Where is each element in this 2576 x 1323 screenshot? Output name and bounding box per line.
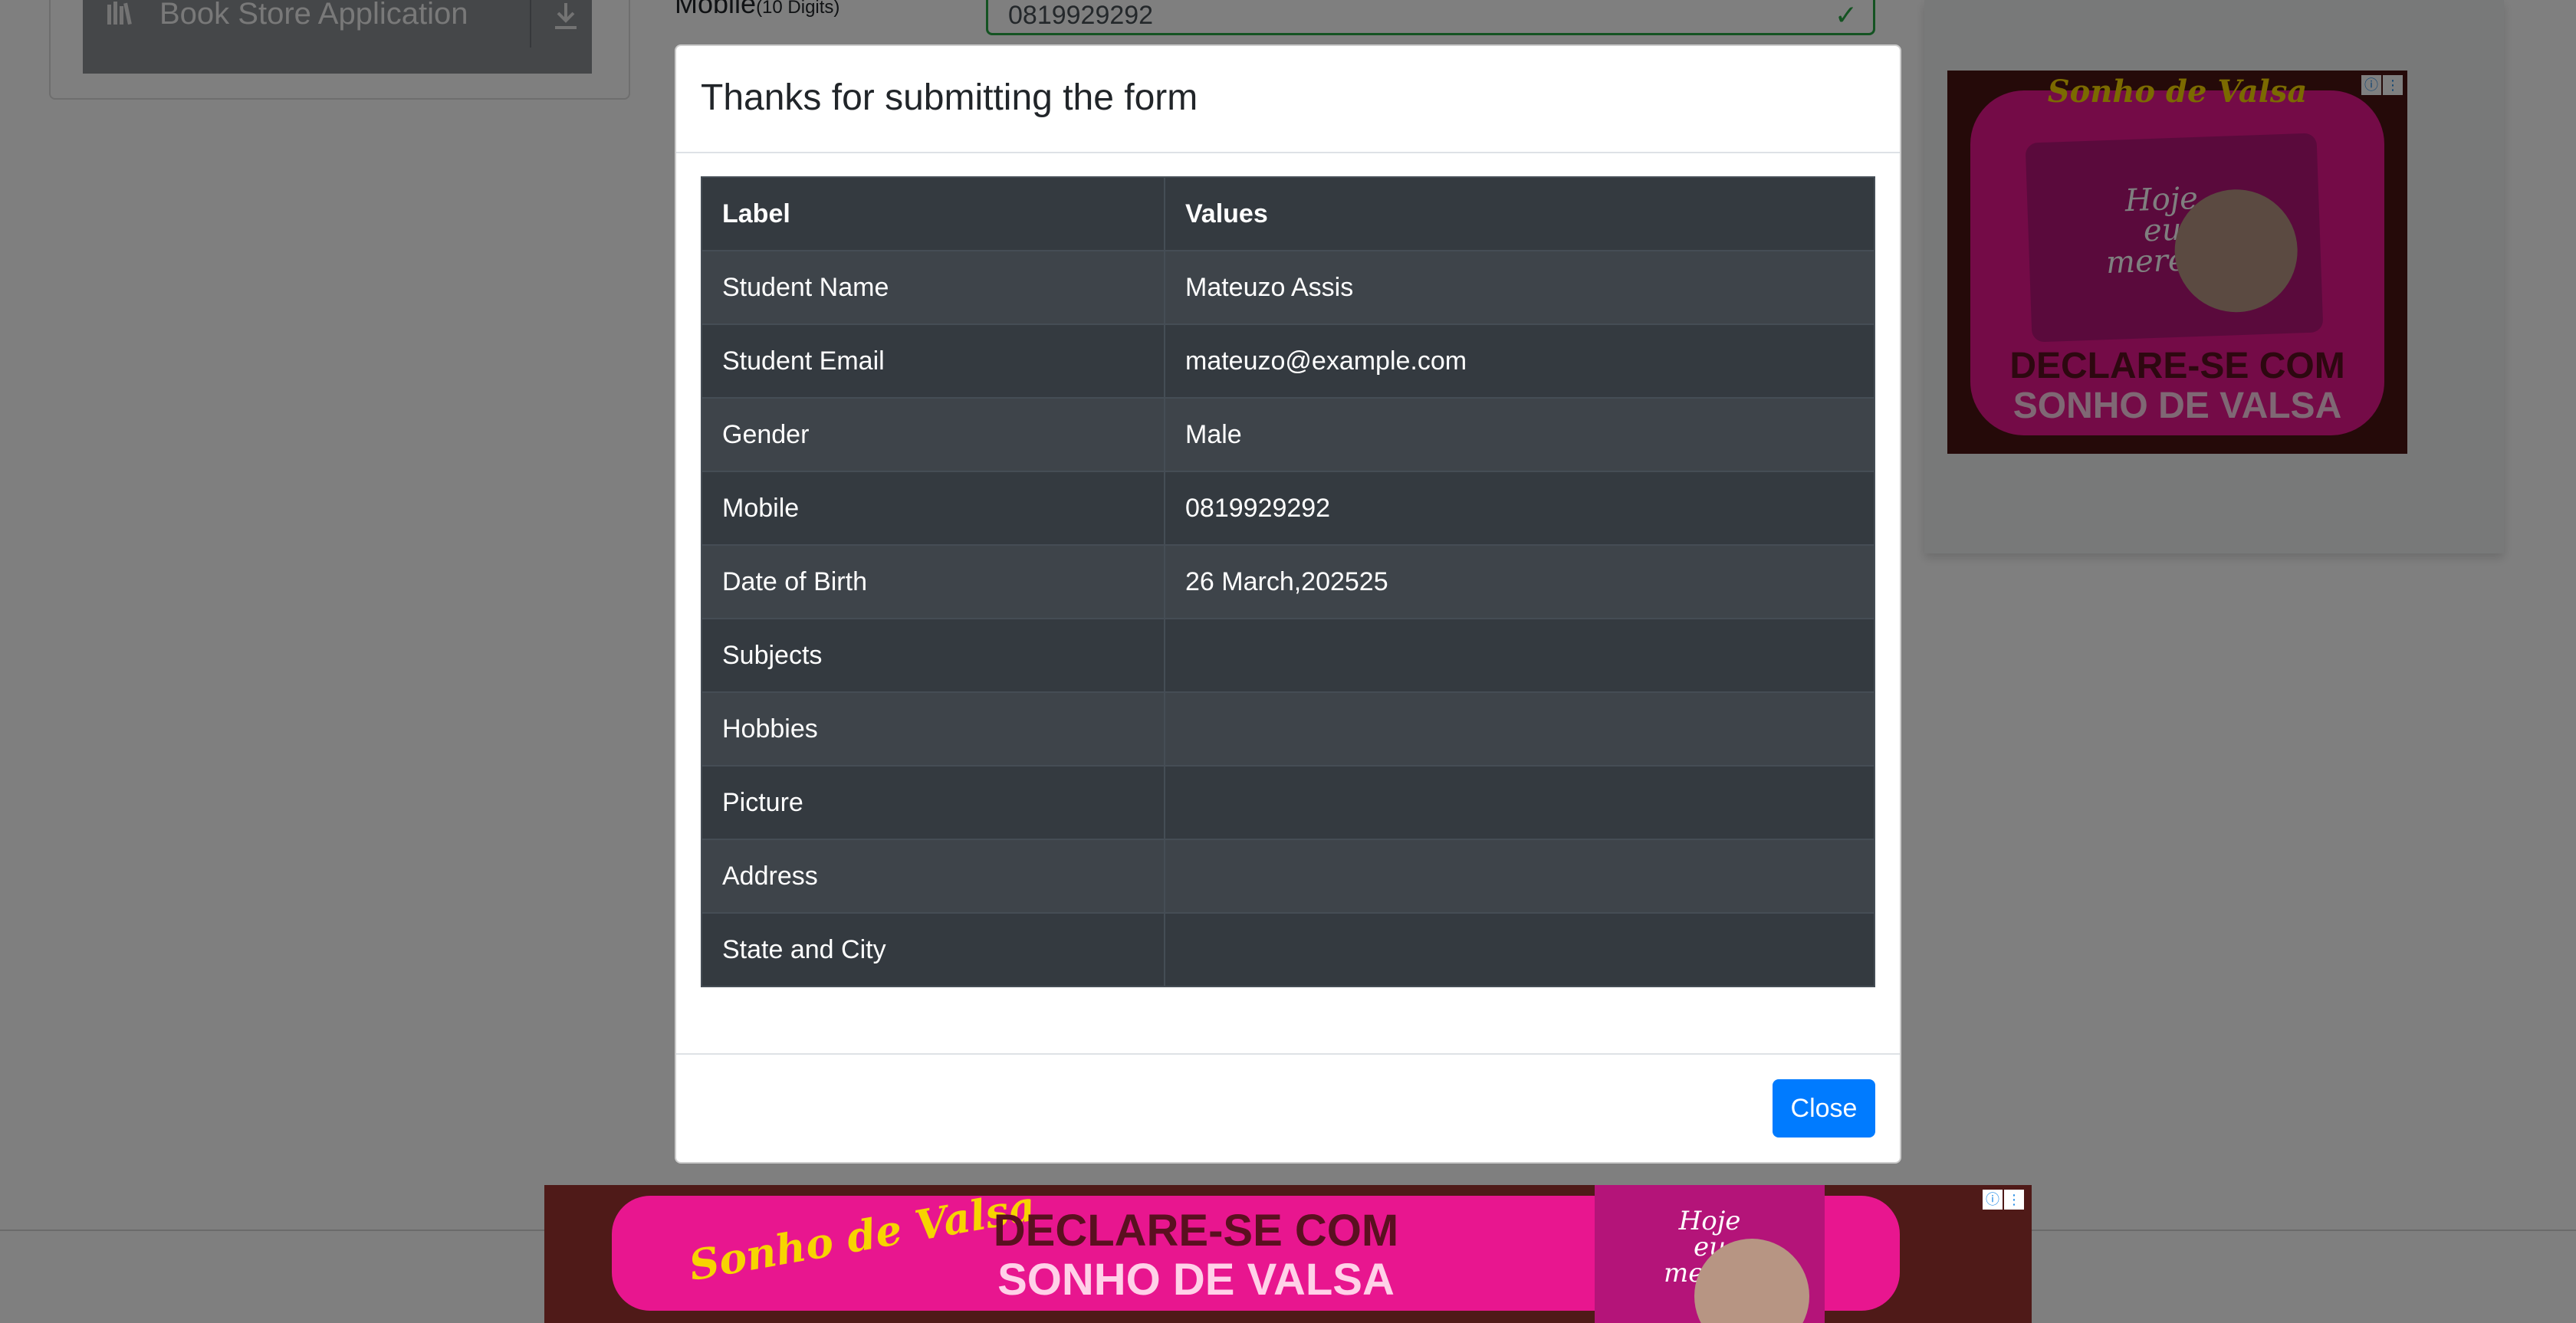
- close-button[interactable]: Close: [1773, 1079, 1875, 1138]
- table-row: Hobbies: [701, 691, 1875, 767]
- table-row: State and City: [701, 912, 1875, 987]
- modal-footer: Close: [676, 1053, 1900, 1165]
- banner-product-image: Hoje eu mereço: [1595, 1185, 1825, 1323]
- banner-headline: DECLARE-SE COM SONHO DE VALSA: [958, 1206, 1434, 1305]
- submission-table: Label Values Student Name Mateuzo Assis …: [701, 176, 1875, 987]
- row-label: State and City: [701, 912, 1165, 987]
- table-header-row: Label Values: [701, 176, 1875, 251]
- table-row: Student Name Mateuzo Assis: [701, 250, 1875, 325]
- row-value: [1164, 618, 1875, 693]
- row-label: Student Name: [701, 250, 1165, 325]
- row-label: Gender: [701, 397, 1165, 472]
- table-row: Gender Male: [701, 397, 1875, 472]
- modal-header: Thanks for submitting the form: [676, 46, 1900, 153]
- ad-options-icon[interactable]: ⋮: [2004, 1190, 2024, 1210]
- table-row: Address: [701, 839, 1875, 914]
- row-label: Mobile: [701, 471, 1165, 546]
- table-row: Student Email mateuzo@example.com: [701, 323, 1875, 399]
- modal-title: Thanks for submitting the form: [701, 77, 1198, 118]
- row-value: [1164, 839, 1875, 914]
- row-label: Date of Birth: [701, 544, 1165, 619]
- row-label: Hobbies: [701, 691, 1165, 767]
- banner-headline-line1: DECLARE-SE COM: [993, 1206, 1399, 1256]
- row-value: [1164, 691, 1875, 767]
- row-value: [1164, 765, 1875, 840]
- row-value: 0819929292: [1164, 471, 1875, 546]
- row-label: Address: [701, 839, 1165, 914]
- row-value: Male: [1164, 397, 1875, 472]
- column-header-values: Values: [1164, 176, 1875, 251]
- row-value: 26 March,202525: [1164, 544, 1875, 619]
- column-header-label: Label: [701, 176, 1165, 251]
- row-label: Student Email: [701, 323, 1165, 399]
- table-row: Date of Birth 26 March,202525: [701, 544, 1875, 619]
- row-value: Mateuzo Assis: [1164, 250, 1875, 325]
- bottom-banner-ad[interactable]: Sonho de Valsa DECLARE-SE COM SONHO DE V…: [544, 1185, 2032, 1323]
- row-label: Picture: [701, 765, 1165, 840]
- ad-info-icon[interactable]: ⓘ: [1983, 1190, 2003, 1210]
- row-label: Subjects: [701, 618, 1165, 693]
- banner-headline-line2: SONHO DE VALSA: [997, 1255, 1395, 1305]
- table-row: Picture: [701, 765, 1875, 840]
- table-row: Subjects: [701, 618, 1875, 693]
- row-value: mateuzo@example.com: [1164, 323, 1875, 399]
- table-row: Mobile 0819929292: [701, 471, 1875, 546]
- submission-modal: Thanks for submitting the form Label Val…: [675, 44, 1901, 1164]
- row-value: [1164, 912, 1875, 987]
